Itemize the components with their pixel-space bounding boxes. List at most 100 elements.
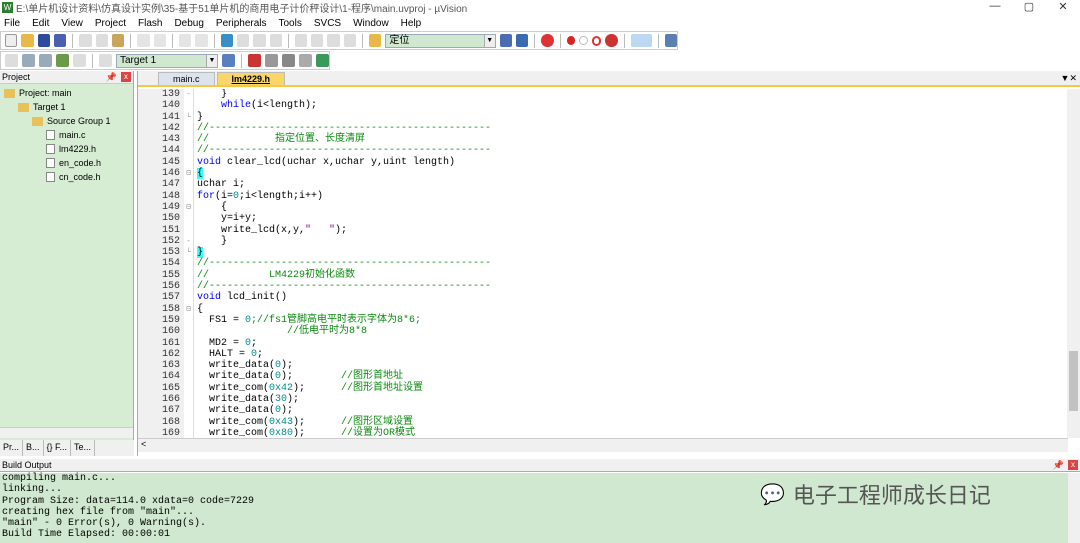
close-button[interactable]: ✕ [1048, 0, 1078, 13]
fold-marker[interactable] [184, 382, 194, 395]
batch-build-icon[interactable] [56, 54, 69, 67]
save-all-icon[interactable] [54, 34, 67, 47]
fold-marker[interactable] [184, 258, 194, 270]
target-options-icon[interactable] [222, 54, 235, 67]
uncomment-icon[interactable] [343, 34, 357, 47]
paste-icon[interactable] [112, 34, 125, 47]
fold-marker[interactable]: ⊟ [184, 303, 194, 315]
editor-vscrollbar[interactable] [1067, 89, 1080, 438]
fold-marker[interactable]: ⊟ [184, 201, 194, 214]
build-output-vscrollbar[interactable] [1068, 473, 1080, 543]
fold-marker[interactable] [184, 405, 194, 417]
panel-tab[interactable]: B... [23, 440, 44, 456]
menu-edit[interactable]: Edit [32, 18, 49, 29]
fold-marker[interactable] [184, 292, 194, 304]
disable-breakpoint-icon[interactable] [579, 36, 588, 45]
translate-icon[interactable] [5, 54, 18, 67]
fold-marker[interactable]: - [184, 89, 194, 101]
fold-marker[interactable] [184, 156, 194, 169]
menu-project[interactable]: Project [95, 18, 126, 29]
tree-item[interactable]: Target 1 [0, 100, 133, 114]
stop-build-icon[interactable] [99, 54, 112, 67]
tree-item[interactable]: cn_code.h [0, 170, 133, 184]
menu-debug[interactable]: Debug [174, 18, 203, 29]
find-icon[interactable] [499, 34, 513, 47]
menu-tools[interactable]: Tools [279, 18, 302, 29]
tree-item[interactable]: Project: main [0, 86, 133, 100]
pin-icon[interactable]: 📌 [106, 71, 117, 84]
menu-svcs[interactable]: SVCS [314, 18, 341, 29]
tab-list-icon[interactable]: ▼✕ [1061, 73, 1077, 84]
bookmark-icon[interactable] [220, 34, 233, 47]
tree-item[interactable]: lm4229.h [0, 142, 133, 156]
target-combo[interactable]: Target 1 ▼ [116, 53, 218, 68]
maximize-button[interactable]: ▢ [1014, 0, 1044, 13]
incremental-find-icon[interactable] [516, 34, 529, 47]
pin-icon[interactable]: 📌 [1053, 459, 1064, 472]
fold-marker[interactable] [184, 314, 194, 327]
menu-file[interactable]: File [4, 18, 20, 29]
chevron-down-icon[interactable]: ▼ [206, 54, 217, 67]
debug-session-icon[interactable] [541, 34, 554, 47]
comment-icon[interactable] [327, 34, 340, 47]
disable-all-breakpoints-icon[interactable] [591, 35, 602, 46]
fold-marker[interactable] [184, 145, 194, 157]
fold-marker[interactable] [184, 427, 194, 438]
nav-back-icon[interactable] [178, 34, 192, 47]
fold-marker[interactable] [184, 337, 194, 349]
tree-item[interactable]: main.c [0, 128, 133, 142]
panel-tab[interactable]: Te... [71, 440, 96, 456]
close-panel-icon[interactable]: x [1068, 460, 1078, 470]
fold-marker[interactable]: └ [184, 247, 194, 259]
menu-help[interactable]: Help [401, 18, 422, 29]
fold-marker[interactable] [184, 360, 194, 372]
fold-marker[interactable]: - [184, 235, 194, 248]
fold-marker[interactable] [184, 100, 194, 112]
open-file-icon[interactable] [21, 34, 34, 47]
manage-runtime-icon[interactable] [265, 54, 278, 67]
configure-icon[interactable] [664, 34, 677, 47]
fold-marker[interactable] [184, 179, 194, 191]
panel-tab[interactable]: Pr... [0, 440, 24, 456]
menu-view[interactable]: View [61, 18, 83, 29]
fold-marker[interactable] [184, 213, 194, 225]
fold-marker[interactable] [184, 224, 194, 236]
tree-item[interactable]: Source Group 1 [0, 114, 133, 128]
unindent-icon[interactable] [311, 34, 324, 47]
code-area[interactable]: 139- } 140 while(i<length); 141 └} 142//----… [138, 89, 1068, 438]
undo-icon[interactable] [137, 34, 150, 47]
fold-marker[interactable] [184, 281, 194, 293]
download-icon[interactable] [73, 54, 86, 67]
fold-marker[interactable] [184, 134, 194, 146]
nav-forward-icon[interactable] [195, 34, 208, 47]
cut-icon[interactable] [79, 34, 92, 47]
manage-components-icon[interactable] [248, 54, 261, 67]
multi-project-icon[interactable] [316, 54, 329, 67]
window-layout-icon[interactable] [630, 34, 652, 47]
clear-bookmarks-icon[interactable] [269, 34, 282, 47]
find-in-files-icon[interactable] [369, 34, 382, 47]
tree-item[interactable]: en_code.h [0, 156, 133, 170]
project-hscrollbar[interactable] [0, 427, 133, 438]
redo-icon[interactable] [153, 34, 166, 47]
close-panel-icon[interactable]: x [121, 72, 131, 82]
fold-marker[interactable]: ⊟ [184, 168, 194, 180]
chevron-down-icon[interactable]: ▼ [483, 34, 495, 47]
fold-marker[interactable] [184, 371, 194, 383]
find-combo[interactable]: 定位 ▼ [385, 33, 496, 48]
fold-marker[interactable] [184, 416, 194, 428]
copy-icon[interactable] [95, 34, 109, 47]
fold-marker[interactable] [184, 269, 194, 282]
tab-main-c[interactable]: main.c [158, 72, 215, 85]
menu-flash[interactable]: Flash [138, 18, 162, 29]
menu-peripherals[interactable]: Peripherals [216, 18, 267, 29]
prev-bookmark-icon[interactable] [236, 34, 250, 47]
fold-marker[interactable] [184, 190, 194, 202]
fold-marker[interactable] [184, 122, 194, 135]
select-pack-icon[interactable] [282, 54, 295, 67]
menu-window[interactable]: Window [353, 18, 389, 29]
save-icon[interactable] [37, 34, 51, 47]
kill-breakpoints-icon[interactable] [605, 34, 618, 47]
rebuild-icon[interactable] [39, 54, 52, 67]
minimize-button[interactable]: — [980, 0, 1010, 12]
